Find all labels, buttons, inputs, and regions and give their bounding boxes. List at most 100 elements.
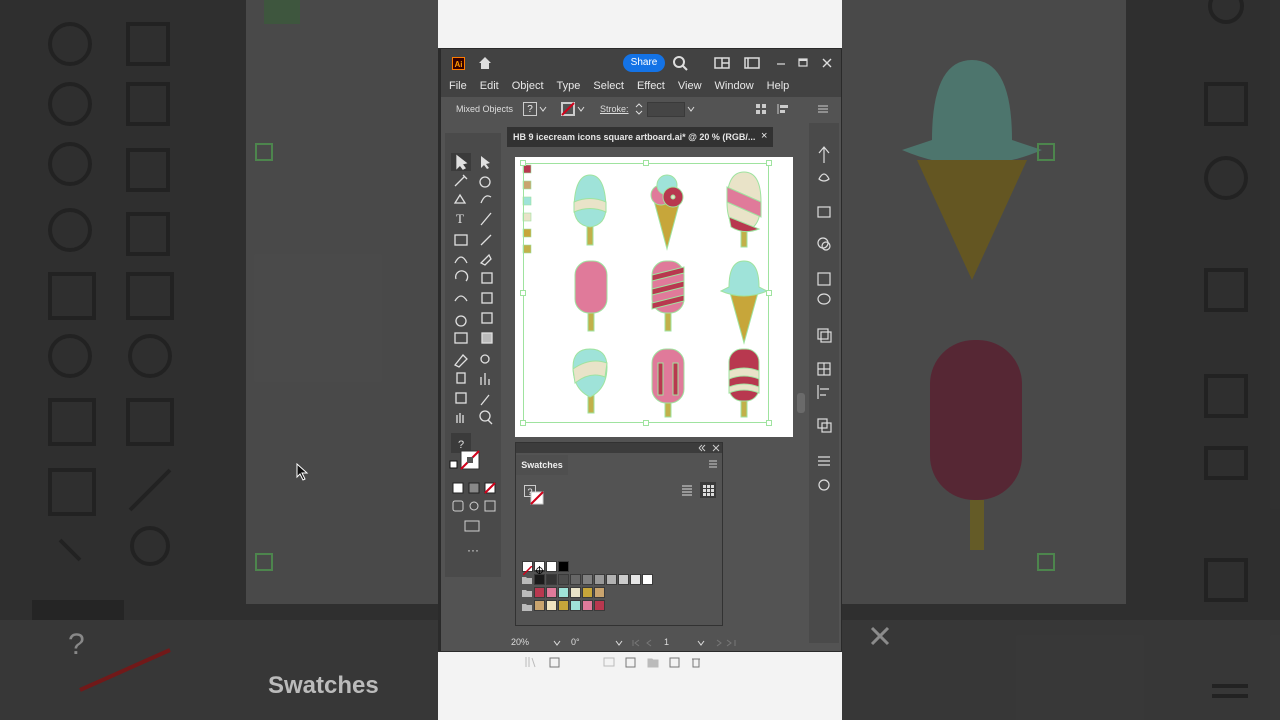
color-swatch[interactable]	[558, 574, 569, 585]
chevron-down-icon[interactable]	[553, 639, 561, 647]
menu-edit[interactable]: Edit	[480, 75, 499, 97]
resize-handle[interactable]	[520, 290, 526, 296]
rotation-value[interactable]: 0°	[571, 637, 580, 647]
color-swatch[interactable]	[534, 587, 545, 598]
menu-help[interactable]: Help	[767, 75, 790, 97]
stroke-swatch[interactable]	[561, 102, 575, 116]
selection-type-label: Mixed Objects	[456, 104, 514, 114]
color-swatch[interactable]	[534, 600, 545, 611]
collapse-icon[interactable]	[698, 444, 706, 452]
color-swatch[interactable]	[582, 574, 593, 585]
color-swatch[interactable]	[570, 600, 581, 611]
maximize-icon[interactable]	[795, 55, 811, 71]
title-bar: Ai Share	[441, 49, 841, 75]
panel-dock	[809, 123, 839, 643]
document-tab-title: HB 9 icecream icons square artboard.ai* …	[513, 132, 756, 142]
vertical-scrollbar[interactable]	[797, 393, 805, 413]
folder-icon	[522, 577, 532, 584]
panel-dock-icons[interactable]	[809, 123, 839, 643]
menu-select[interactable]: Select	[593, 75, 624, 97]
swatch-stroke-indicator[interactable]	[530, 491, 544, 505]
folder-icon	[522, 604, 532, 611]
share-button[interactable]: Share	[623, 54, 665, 72]
stroke-stepper[interactable]	[635, 102, 643, 116]
tools-grid: T ? ···	[449, 153, 496, 557]
swatch-registration[interactable]	[534, 561, 545, 575]
artboard-next-buttons[interactable]	[713, 638, 743, 648]
workspace-icon[interactable]	[744, 55, 760, 71]
background-swatches-label: Swatches	[268, 672, 379, 699]
chevron-down-icon[interactable]	[697, 639, 705, 647]
swatches-panel-header[interactable]	[516, 443, 722, 453]
color-swatch[interactable]	[546, 574, 557, 585]
chevron-down-icon[interactable]	[577, 105, 585, 113]
color-swatch[interactable]	[558, 600, 569, 611]
close-icon[interactable]	[819, 55, 835, 71]
artboard-prev-buttons[interactable]	[631, 638, 661, 648]
color-swatch[interactable]	[606, 574, 617, 585]
status-bar: 20% 0° 1	[507, 635, 807, 651]
document-tab[interactable]: HB 9 icecream icons square artboard.ai* …	[507, 127, 773, 147]
panel-menu-icon[interactable]	[708, 460, 718, 468]
color-swatch[interactable]	[546, 600, 557, 611]
color-swatch[interactable]	[534, 574, 545, 585]
color-swatch[interactable]	[546, 587, 557, 598]
artboard-number[interactable]: 1	[664, 637, 669, 647]
color-swatch[interactable]	[582, 587, 593, 598]
swatches-footer-icons[interactable]	[524, 655, 714, 669]
chevron-down-icon[interactable]	[539, 105, 547, 113]
color-swatch[interactable]	[558, 587, 569, 598]
resize-handle[interactable]	[766, 290, 772, 296]
swatches-panel: Swatches ?	[515, 442, 723, 668]
swatches-tab[interactable]: Swatches	[516, 455, 568, 475]
menu-window[interactable]: Window	[715, 75, 754, 97]
color-swatch[interactable]	[594, 600, 605, 611]
selection-bounding-box[interactable]	[523, 163, 769, 423]
transform-icon[interactable]	[755, 103, 767, 115]
menu-view[interactable]: View	[678, 75, 702, 97]
align-icon[interactable]	[777, 103, 791, 115]
svg-text:···: ···	[467, 543, 479, 557]
resize-handle[interactable]	[766, 160, 772, 166]
search-icon[interactable]	[672, 55, 688, 71]
menu-effect[interactable]: Effect	[637, 75, 665, 97]
panel-menu-icon[interactable]	[817, 104, 829, 114]
grid-view-button[interactable]	[700, 482, 716, 498]
resize-handle[interactable]	[520, 420, 526, 426]
color-swatch[interactable]	[594, 574, 605, 585]
resize-handle[interactable]	[643, 420, 649, 426]
resize-handle[interactable]	[643, 160, 649, 166]
arrange-documents-icon[interactable]	[714, 55, 730, 71]
color-swatch[interactable]	[630, 574, 641, 585]
stroke-weight-input[interactable]	[647, 102, 685, 117]
swatch-white[interactable]	[546, 561, 557, 572]
list-view-icon[interactable]	[680, 483, 694, 497]
home-icon[interactable]	[477, 55, 493, 71]
fill-swatch[interactable]: ?	[523, 102, 537, 116]
menu-type[interactable]: Type	[557, 75, 581, 97]
color-swatch[interactable]	[618, 574, 629, 585]
chevron-down-icon[interactable]	[615, 639, 623, 647]
minimize-icon[interactable]	[773, 55, 789, 71]
zoom-level[interactable]: 20%	[511, 637, 529, 647]
chevron-down-icon[interactable]	[687, 105, 695, 113]
resize-handle[interactable]	[520, 160, 526, 166]
swatch-black[interactable]	[558, 561, 569, 572]
color-swatch[interactable]	[570, 587, 581, 598]
resize-handle[interactable]	[766, 420, 772, 426]
menu-file[interactable]: File	[449, 75, 467, 97]
color-swatch[interactable]	[594, 587, 605, 598]
color-swatch[interactable]	[570, 574, 581, 585]
svg-text:T: T	[456, 211, 464, 226]
stroke-label[interactable]: Stroke:	[600, 104, 629, 114]
color-swatch[interactable]	[582, 600, 593, 611]
letterbox-top	[438, 0, 842, 48]
tools-panel: T ? ···	[445, 133, 501, 577]
swatch-none[interactable]	[522, 561, 533, 576]
menu-object[interactable]: Object	[512, 75, 544, 97]
color-swatch[interactable]	[642, 574, 653, 585]
control-bar: Mixed Objects ? Stroke:	[445, 99, 837, 121]
close-icon[interactable]	[712, 444, 720, 452]
ai-app-icon: Ai	[452, 57, 465, 70]
document-tab-close[interactable]: ×	[761, 130, 767, 142]
